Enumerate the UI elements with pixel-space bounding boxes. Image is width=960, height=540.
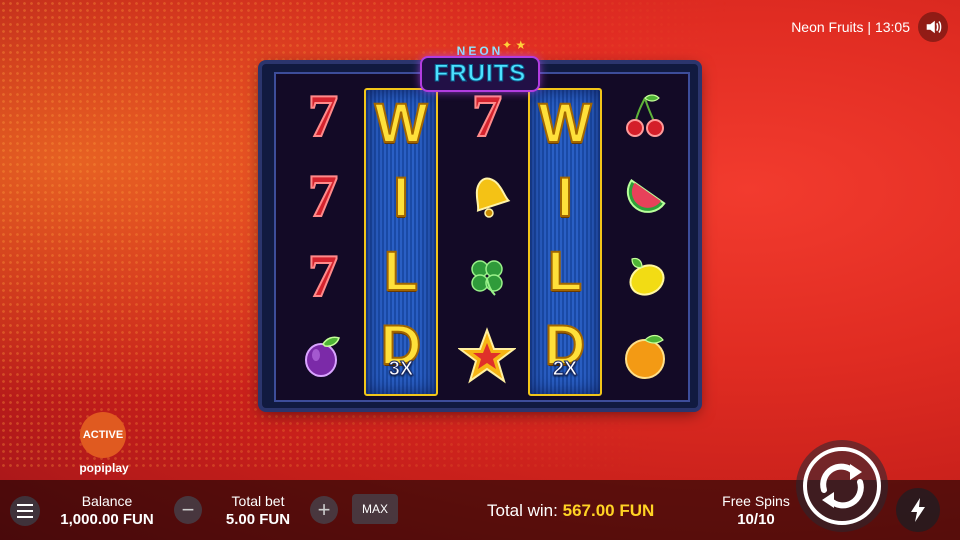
- free-spins-value: 10/10: [737, 511, 775, 528]
- minus-icon: −: [181, 497, 195, 522]
- plus-icon: +: [317, 497, 331, 522]
- logo-fruits-text: FRUITS: [433, 60, 527, 88]
- hamburger-icon: [17, 504, 33, 518]
- balance-value: 1,000.00 FUN: [60, 511, 154, 528]
- wild-reel-4: W I L D 2X: [528, 88, 602, 396]
- bet-label: Total bet: [231, 493, 285, 509]
- seven-symbol: 7: [307, 242, 339, 310]
- wild-letter-i: I: [556, 164, 574, 229]
- cherry-symbol: [604, 76, 686, 156]
- menu-button[interactable]: [10, 496, 40, 526]
- total-win-label: Total win:: [487, 501, 558, 520]
- plum-symbol: [282, 316, 364, 396]
- lemon-symbol: [604, 236, 686, 316]
- wild-multiplier: 3X: [388, 358, 414, 381]
- reel-frame: 7 7 7 W I L D 3X 7 W I L D 2X: [262, 64, 698, 408]
- active-badge: ACTIVE: [80, 412, 126, 458]
- seven-symbol: 7: [307, 162, 339, 230]
- turbo-button[interactable]: [896, 488, 940, 532]
- wild-letter-i: I: [392, 164, 410, 229]
- seven-symbol: 7: [307, 82, 339, 150]
- wild-reel-2: W I L D 3X: [364, 88, 438, 396]
- free-spins-label: Free Spins: [722, 493, 790, 509]
- game-title-clock: Neon Fruits | 13:05: [791, 19, 910, 35]
- clover-symbol: [446, 236, 528, 316]
- star-symbol: [446, 316, 528, 396]
- total-bet-display: Total bet 5.00 FUN: [214, 493, 302, 528]
- orange-symbol: [604, 316, 686, 396]
- watermelon-symbol: [604, 156, 686, 236]
- logo-box: FRUITS: [422, 58, 538, 90]
- wild-multiplier: 2X: [552, 358, 578, 381]
- wild-letter-w: W: [374, 90, 429, 155]
- total-win-value: 567.00 FUN: [562, 501, 655, 520]
- wild-letter-l: L: [547, 238, 583, 303]
- lightning-icon: [911, 498, 925, 522]
- bet-value: 5.00 FUN: [225, 511, 291, 528]
- sound-button[interactable]: [918, 12, 948, 42]
- balance-display: Balance 1,000.00 FUN: [52, 493, 162, 528]
- game-logo: NEON ✦ ★ FRUITS: [418, 38, 542, 92]
- spin-arrows-icon: [803, 447, 881, 525]
- wild-letter-w: W: [538, 90, 593, 155]
- total-win-display: Total win: 567.00 FUN: [487, 501, 654, 521]
- reel-3: 7: [446, 74, 528, 400]
- brand-logo: popiplay: [79, 461, 129, 475]
- logo-stars-icon: ✦ ★: [502, 38, 527, 52]
- wild-letter-l: L: [383, 238, 419, 303]
- reel-1: 7 7 7: [282, 74, 364, 400]
- max-bet-button[interactable]: MAX: [352, 494, 398, 524]
- top-bar: Neon Fruits | 13:05: [791, 12, 948, 42]
- free-spins-display: Free Spins 10/10: [714, 493, 798, 528]
- reel-5: [604, 74, 686, 400]
- spin-button[interactable]: [796, 440, 888, 532]
- balance-label: Balance: [81, 493, 133, 509]
- reel-area: 7 7 7 W I L D 3X 7 W I L D 2X: [274, 72, 690, 402]
- decrease-bet-button[interactable]: −: [174, 496, 202, 524]
- bell-symbol: [446, 156, 528, 236]
- speaker-icon: [926, 20, 942, 34]
- increase-bet-button[interactable]: +: [310, 496, 338, 524]
